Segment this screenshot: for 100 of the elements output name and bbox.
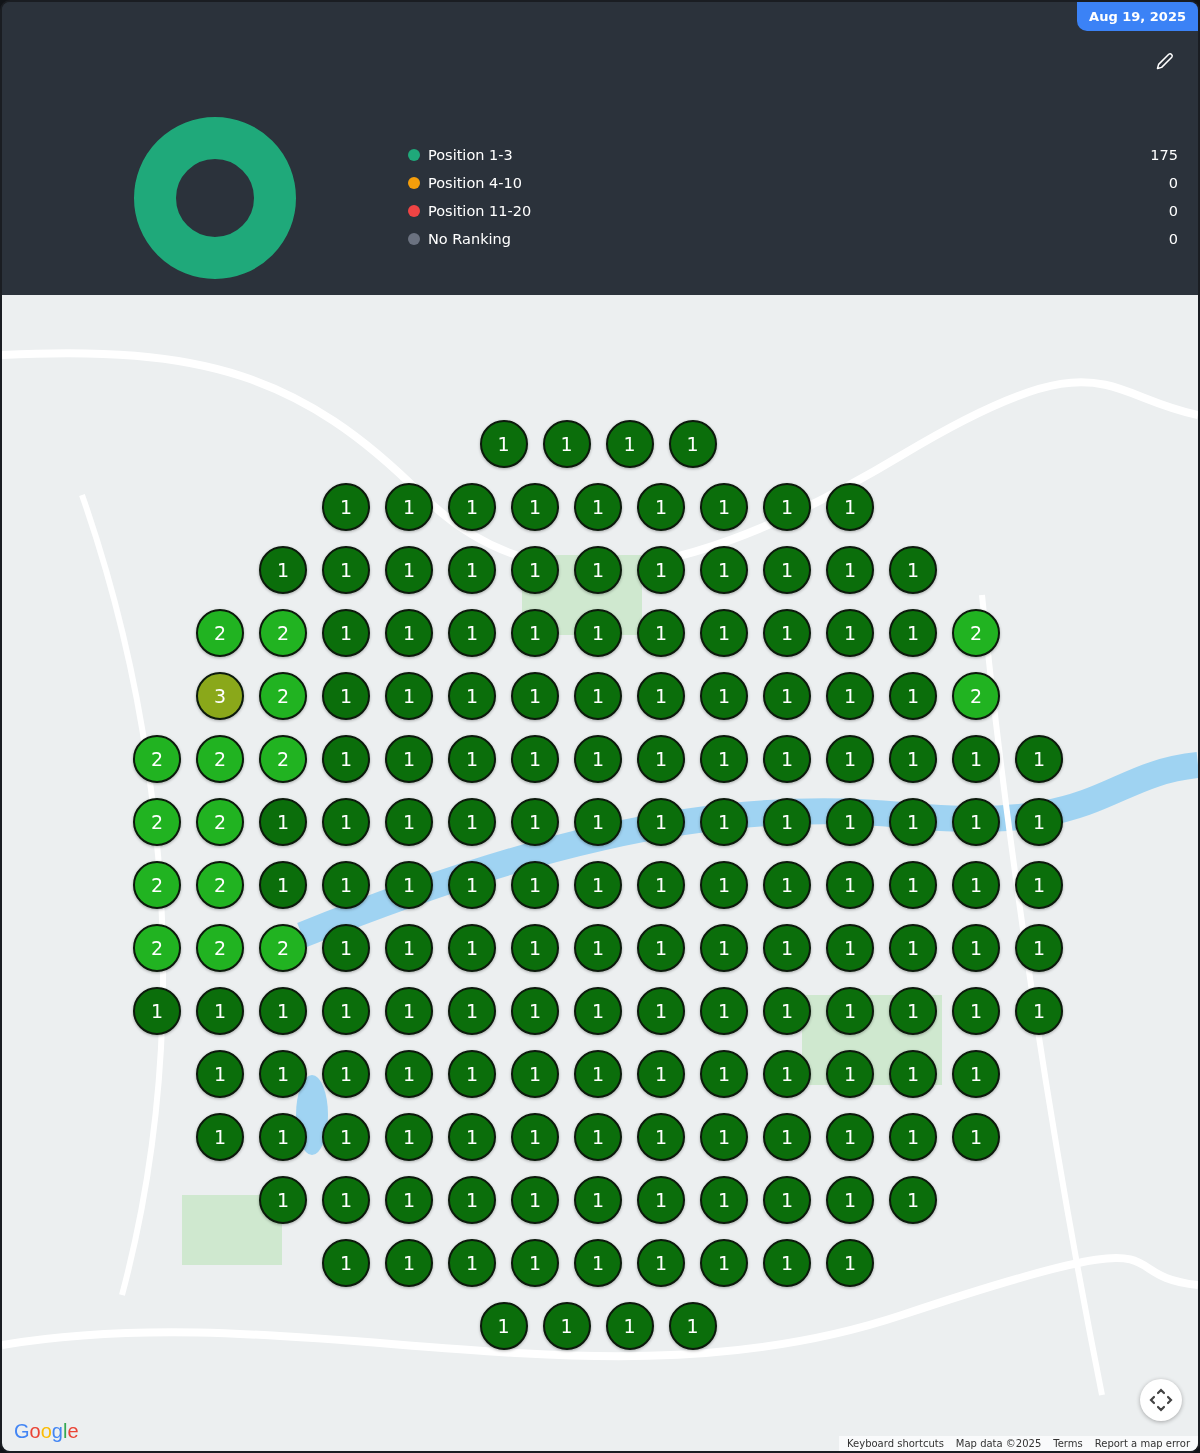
rank-pin[interactable]: 1 <box>700 861 748 909</box>
attribution-link[interactable]: Keyboard shortcuts <box>847 1438 944 1449</box>
rank-pin[interactable]: 1 <box>448 672 496 720</box>
rank-pin[interactable]: 1 <box>385 861 433 909</box>
rank-pin[interactable]: 1 <box>637 924 685 972</box>
rank-pin[interactable]: 1 <box>952 798 1000 846</box>
rank-pin[interactable]: 1 <box>574 609 622 657</box>
rank-pin[interactable]: 1 <box>574 1050 622 1098</box>
rank-pin[interactable]: 1 <box>385 546 433 594</box>
rank-pin[interactable]: 1 <box>889 1113 937 1161</box>
rank-pin[interactable]: 1 <box>322 987 370 1035</box>
rank-pin[interactable]: 1 <box>700 609 748 657</box>
rank-pin[interactable]: 1 <box>511 861 559 909</box>
rank-pin[interactable]: 1 <box>385 798 433 846</box>
rank-pin[interactable]: 1 <box>763 1239 811 1287</box>
rank-pin[interactable]: 1 <box>385 1176 433 1224</box>
attribution-link[interactable]: Map data ©2025 <box>955 1438 1042 1449</box>
rank-pin[interactable]: 1 <box>322 1176 370 1224</box>
rank-pin[interactable]: 1 <box>700 672 748 720</box>
rank-pin[interactable]: 1 <box>889 609 937 657</box>
rank-pin[interactable]: 1 <box>637 1113 685 1161</box>
rank-pin[interactable]: 1 <box>763 798 811 846</box>
rank-pin[interactable]: 1 <box>826 546 874 594</box>
attribution-link[interactable]: Terms <box>1053 1438 1083 1449</box>
rank-pin[interactable]: 1 <box>1015 924 1063 972</box>
rank-pin[interactable]: 1 <box>763 609 811 657</box>
rank-pin[interactable]: 1 <box>637 609 685 657</box>
rank-pin[interactable]: 1 <box>889 672 937 720</box>
rank-pin[interactable]: 1 <box>385 735 433 783</box>
rank-pin[interactable]: 1 <box>700 735 748 783</box>
rank-pin[interactable]: 1 <box>574 483 622 531</box>
rank-pin[interactable]: 1 <box>511 1050 559 1098</box>
rank-pin[interactable]: 1 <box>448 735 496 783</box>
rank-pin[interactable]: 1 <box>637 483 685 531</box>
rank-pin[interactable]: 1 <box>763 1050 811 1098</box>
rank-pin[interactable]: 1 <box>952 1050 1000 1098</box>
rank-pin[interactable]: 1 <box>574 798 622 846</box>
rank-pin[interactable]: 1 <box>826 1239 874 1287</box>
rank-pin[interactable]: 1 <box>448 1050 496 1098</box>
rank-pin[interactable]: 1 <box>448 1113 496 1161</box>
rank-pin[interactable]: 1 <box>322 1050 370 1098</box>
rank-pin[interactable]: 1 <box>196 1113 244 1161</box>
rank-pin[interactable]: 1 <box>763 735 811 783</box>
rank-pin[interactable]: 1 <box>574 1239 622 1287</box>
rank-pin[interactable]: 1 <box>700 924 748 972</box>
rank-pin[interactable]: 1 <box>322 483 370 531</box>
rank-pin[interactable]: 1 <box>700 483 748 531</box>
rank-pin[interactable]: 1 <box>322 1239 370 1287</box>
rank-pin[interactable]: 1 <box>637 1176 685 1224</box>
rank-pin[interactable]: 1 <box>448 987 496 1035</box>
rank-pin[interactable]: 1 <box>889 924 937 972</box>
rank-pin[interactable]: 1 <box>574 735 622 783</box>
rank-pin[interactable]: 1 <box>668 420 717 468</box>
rank-pin[interactable]: 1 <box>322 609 370 657</box>
rank-pin[interactable]: 1 <box>700 1176 748 1224</box>
rank-pin[interactable]: 1 <box>637 1050 685 1098</box>
rank-pin[interactable]: 1 <box>542 420 591 468</box>
rank-pin[interactable]: 1 <box>763 924 811 972</box>
rank-pin[interactable]: 1 <box>385 1113 433 1161</box>
rank-pin[interactable]: 1 <box>574 1176 622 1224</box>
rank-pin[interactable]: 1 <box>259 798 307 846</box>
rank-pin[interactable]: 1 <box>385 609 433 657</box>
rank-pin[interactable]: 1 <box>385 987 433 1035</box>
rank-pin[interactable]: 1 <box>322 924 370 972</box>
rank-pin[interactable]: 1 <box>826 672 874 720</box>
rank-pin[interactable]: 1 <box>511 1113 559 1161</box>
fullscreen-button[interactable] <box>1140 1379 1182 1421</box>
rank-pin[interactable]: 1 <box>700 1050 748 1098</box>
rank-pin[interactable]: 1 <box>385 483 433 531</box>
rank-pin[interactable]: 1 <box>259 1113 307 1161</box>
rank-pin[interactable]: 1 <box>952 924 1000 972</box>
rank-pin[interactable]: 1 <box>511 798 559 846</box>
rank-pin[interactable]: 1 <box>322 735 370 783</box>
rank-pin[interactable]: 1 <box>826 609 874 657</box>
rank-pin[interactable]: 1 <box>322 861 370 909</box>
rank-pin[interactable]: 1 <box>826 1176 874 1224</box>
attribution-link[interactable]: Report a map error <box>1094 1438 1190 1449</box>
rank-pin[interactable]: 1 <box>826 1113 874 1161</box>
rank-pin[interactable]: 1 <box>700 798 748 846</box>
rank-pin[interactable]: 1 <box>448 1176 496 1224</box>
rank-pin[interactable]: 1 <box>196 1050 244 1098</box>
rank-pin[interactable]: 1 <box>322 798 370 846</box>
rank-pin[interactable]: 1 <box>259 987 307 1035</box>
rank-pin[interactable]: 1 <box>448 798 496 846</box>
rank-pin[interactable]: 1 <box>479 420 528 468</box>
rank-pin[interactable]: 1 <box>700 987 748 1035</box>
rank-pin[interactable]: 1 <box>448 924 496 972</box>
rank-pin[interactable]: 1 <box>511 735 559 783</box>
rank-pin[interactable]: 1 <box>322 1113 370 1161</box>
rank-pin[interactable]: 1 <box>637 861 685 909</box>
rank-pin[interactable]: 1 <box>385 924 433 972</box>
rank-pin[interactable]: 1 <box>637 735 685 783</box>
rank-pin[interactable]: 1 <box>511 483 559 531</box>
rank-pin[interactable]: 1 <box>322 546 370 594</box>
rank-pin[interactable]: 1 <box>763 987 811 1035</box>
rank-pin[interactable]: 1 <box>133 987 181 1035</box>
rank-pin[interactable]: 1 <box>196 987 244 1035</box>
rank-pin[interactable]: 1 <box>952 987 1000 1035</box>
rank-pin[interactable]: 1 <box>637 1239 685 1287</box>
rank-pin[interactable]: 1 <box>826 924 874 972</box>
